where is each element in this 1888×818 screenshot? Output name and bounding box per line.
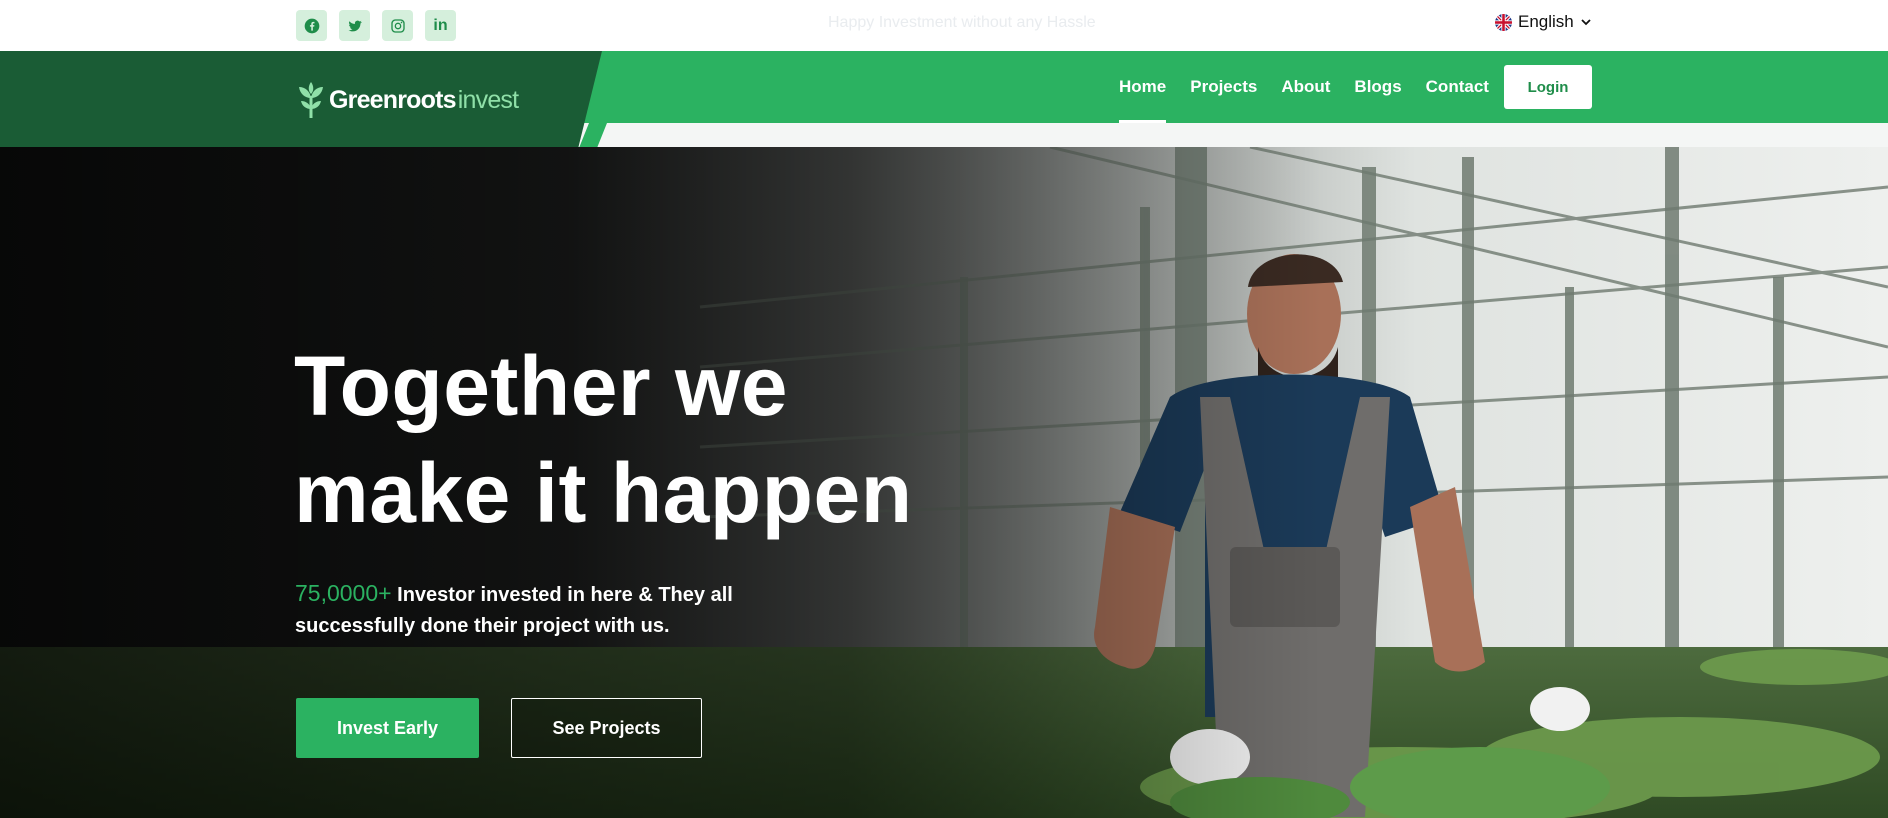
brand-logo[interactable]: Greenroots invest <box>297 82 519 118</box>
topbar-notice: Happy Investment without any Hassle <box>828 14 1096 31</box>
facebook-icon <box>304 18 319 33</box>
linkedin-icon: in <box>433 16 448 34</box>
hero-subtitle: 75,0000+ Investor invested in here & The… <box>295 578 765 642</box>
nav-projects[interactable]: Projects <box>1178 51 1269 123</box>
hero-title-line-1: Together we <box>294 339 788 433</box>
language-label: English <box>1518 12 1574 31</box>
chevron-down-icon <box>1581 19 1591 26</box>
invest-early-button[interactable]: Invest Early <box>296 698 479 758</box>
nav-blogs[interactable]: Blogs <box>1342 51 1413 123</box>
brand-name-light: invest <box>457 85 519 114</box>
login-button[interactable]: Login <box>1504 65 1592 109</box>
social-links: in <box>296 10 456 41</box>
top-bar: in Happy Investment without any Hassle E… <box>0 0 1888 51</box>
brand-name-bold: Greenroots <box>329 85 457 114</box>
facebook-link[interactable] <box>296 10 327 41</box>
instagram-link[interactable] <box>382 10 413 41</box>
nav-contact[interactable]: Contact <box>1414 51 1501 123</box>
instagram-icon <box>390 18 405 33</box>
hero-title: Together we make it happen <box>294 333 1094 547</box>
investor-count: 75,0000+ <box>295 580 392 606</box>
see-projects-button[interactable]: See Projects <box>511 698 702 758</box>
nav-about[interactable]: About <box>1269 51 1342 123</box>
main-nav: Home Projects About Blogs Contact <box>1107 51 1501 123</box>
linkedin-link[interactable]: in <box>425 10 456 41</box>
hero-section: Together we make it happen 75,0000+ Inve… <box>0 147 1888 818</box>
nav-home[interactable]: Home <box>1107 51 1178 123</box>
twitter-icon <box>348 20 362 31</box>
sprout-logo-icon <box>299 82 323 118</box>
twitter-link[interactable] <box>339 10 370 41</box>
hero-title-line-2: make it happen <box>294 446 913 540</box>
uk-flag-icon <box>1495 13 1512 31</box>
language-selector[interactable]: English <box>1495 12 1592 32</box>
